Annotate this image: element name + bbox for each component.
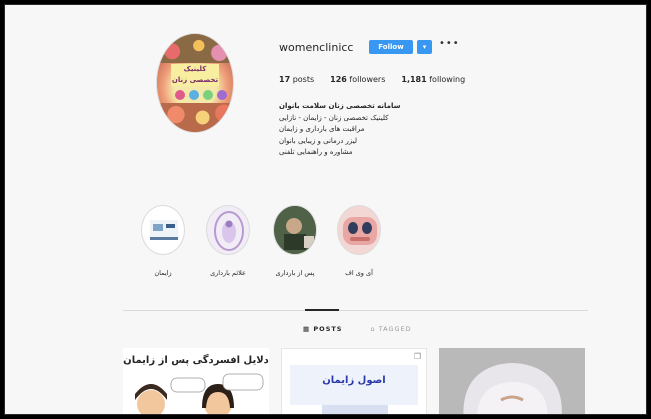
post-thumbnail[interactable]: اصول زایمان ❐ xyxy=(281,348,427,414)
ellipsis-icon: ••• xyxy=(439,38,460,49)
profile-tabs: ▦ POSTS ⌂ TAGGED xyxy=(303,325,412,333)
highlight-item[interactable]: علائم بارداری xyxy=(198,205,258,277)
pregnancy-icon xyxy=(206,205,250,255)
active-tab-indicator xyxy=(305,309,339,311)
bio-line: کلینیک تخصصی زنان - زایمان - نازایی xyxy=(279,113,389,122)
highlight-label: پس از بارداری xyxy=(275,269,315,277)
highlight-label: علائم بارداری xyxy=(210,269,246,277)
post-thumbnail[interactable]: دلایل افسردگی پس از زایمان xyxy=(123,348,269,414)
highlight-label: آی وی اف xyxy=(345,269,373,277)
post-title: اصول زایمان xyxy=(322,375,386,386)
photo-icon xyxy=(273,205,317,255)
bio-line: مشاوره و راهنمایی تلفنی xyxy=(279,148,353,156)
highlight-label: زایمان xyxy=(154,269,172,277)
following-count[interactable]: 1,181 following xyxy=(401,75,465,84)
posts-count: 17 posts xyxy=(279,75,315,84)
follow-button[interactable]: Follow xyxy=(369,40,413,54)
tab-posts[interactable]: ▦ POSTS xyxy=(303,325,343,333)
bio-line: سامانه تخصصی زنان سلامت بانوان xyxy=(279,102,401,110)
face-icon xyxy=(337,205,381,255)
suggestions-dropdown-button[interactable]: ▾ xyxy=(417,40,432,54)
avatar-dots xyxy=(175,90,227,100)
bio-line: لیزر درمانی و زیبایی بانوان xyxy=(279,136,358,145)
profile-avatar[interactable]: کلینیک تخصصی زنان xyxy=(156,33,234,133)
highlight-item[interactable]: پس از بارداری xyxy=(265,205,325,277)
highlight-item[interactable]: زایمان xyxy=(133,205,193,277)
avatar-flowers-top xyxy=(157,34,233,64)
profile-bio: سامانه تخصصی زنان سلامت بانوان کلینیک تخ… xyxy=(279,101,469,159)
highlight-item[interactable]: آی وی اف xyxy=(329,205,389,277)
post-title: دلایل افسردگی پس از زایمان xyxy=(123,355,269,366)
profile-stats: 17 posts 126 followers 1,181 following xyxy=(279,75,465,84)
profile-username: womenclinicc xyxy=(279,41,354,54)
tab-tagged[interactable]: ⌂ TAGGED xyxy=(371,325,412,333)
chevron-down-icon: ▾ xyxy=(422,43,427,51)
instagram-profile-page: کلینیک تخصصی زنان womenclinicc Follow ▾ … xyxy=(4,4,647,415)
tabs-divider xyxy=(123,310,588,311)
clinic-icon xyxy=(141,205,185,255)
bio-line: مراقبت های بارداری و زایمان xyxy=(279,125,365,133)
avatar-flowers-bottom xyxy=(157,102,233,132)
followers-count[interactable]: 126 followers xyxy=(330,75,385,84)
couple-illustration-icon xyxy=(135,373,264,414)
multi-image-icon: ❐ xyxy=(413,352,421,361)
avatar-sign: کلینیک تخصصی زنان xyxy=(171,64,219,86)
pregnant-belly-photo-icon xyxy=(439,348,585,414)
post-thumbnail[interactable] xyxy=(439,348,585,414)
more-options-button[interactable]: ••• xyxy=(439,38,460,49)
